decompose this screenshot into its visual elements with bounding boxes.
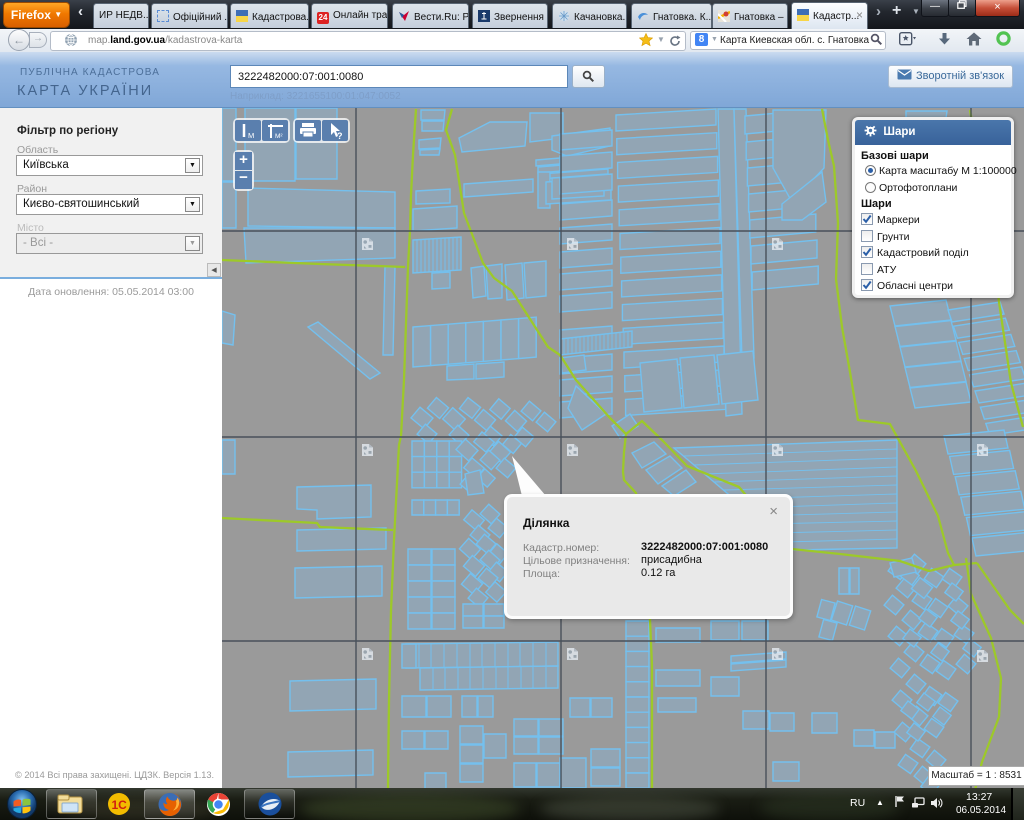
svg-text:?: ? bbox=[337, 131, 343, 141]
svg-text:1С: 1С bbox=[112, 798, 128, 812]
svg-text:M: M bbox=[248, 131, 254, 140]
svg-text:М²: М² bbox=[275, 133, 283, 140]
